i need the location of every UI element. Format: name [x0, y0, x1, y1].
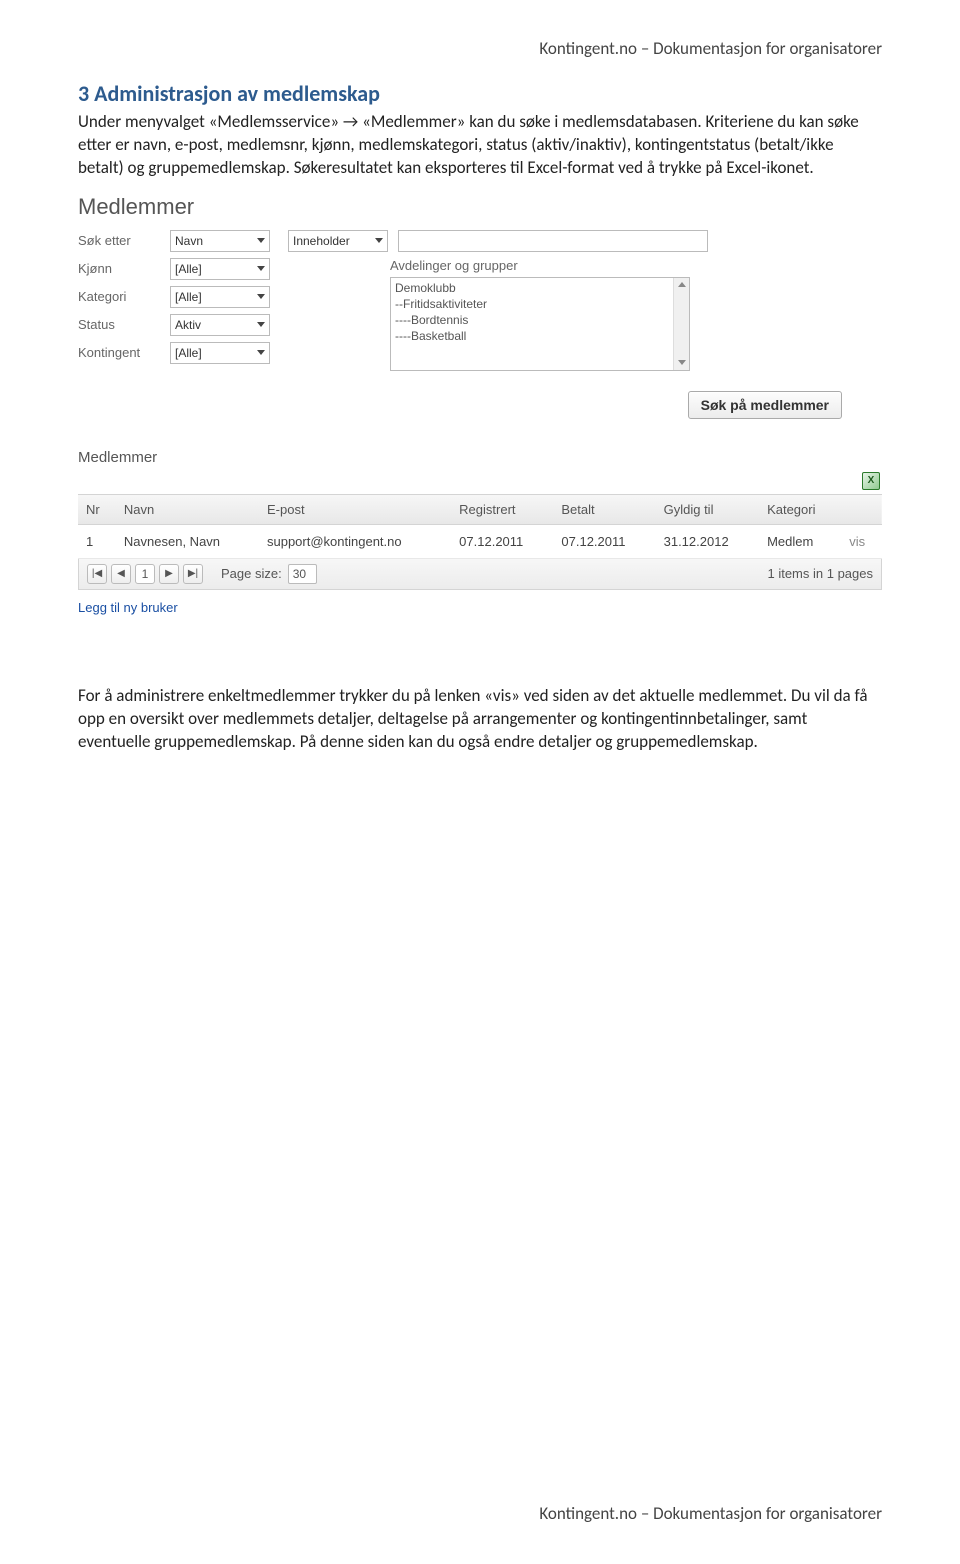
kategori-select[interactable]: [Alle] — [170, 286, 270, 308]
list-item[interactable]: ----Basketball — [395, 328, 685, 344]
cell-kategori: Medlem — [759, 524, 841, 558]
status-select[interactable]: Aktiv — [170, 314, 270, 336]
scroll-up-icon[interactable] — [674, 278, 689, 292]
pager-next-button[interactable]: ▶ — [159, 564, 179, 584]
pager-summary: 1 items in 1 pages — [767, 566, 873, 581]
pager-page-number[interactable]: 1 — [135, 564, 155, 584]
results-heading: Medlemmer — [78, 449, 882, 466]
pager: |◀ ◀ 1 ▶ ▶| Page size: 30 1 items in 1 p… — [78, 559, 882, 590]
col-epost: E-post — [259, 494, 451, 524]
groups-listbox[interactable]: Demoklubb --Fritidsaktiviteter ----Bordt… — [390, 277, 690, 371]
kjonn-value: [Alle] — [175, 262, 202, 276]
chevron-down-icon — [257, 294, 265, 299]
col-betalt: Betalt — [553, 494, 655, 524]
page-header-text: Kontingent.no – Dokumentasjon for organi… — [539, 38, 882, 59]
chevron-down-icon — [257, 350, 265, 355]
search-members-button[interactable]: Søk på medlemmer — [688, 391, 842, 419]
intro-paragraph: Under menyvalget «Medlemsservice» → «Med… — [78, 111, 882, 180]
outro-paragraph: For å administrere enkeltmedlemmer trykk… — [78, 685, 882, 754]
cell-nr: 1 — [78, 524, 116, 558]
cell-registrert: 07.12.2011 — [451, 524, 553, 558]
kategori-value: [Alle] — [175, 290, 202, 304]
status-value: Aktiv — [175, 318, 201, 332]
chevron-down-icon — [375, 238, 383, 243]
kontingent-value: [Alle] — [175, 346, 202, 360]
status-label: Status — [78, 317, 170, 332]
chevron-down-icon — [257, 266, 265, 271]
cell-betalt: 07.12.2011 — [553, 524, 655, 558]
col-nr: Nr — [78, 494, 116, 524]
pager-prev-button[interactable]: ◀ — [111, 564, 131, 584]
col-navn: Navn — [116, 494, 259, 524]
kontingent-label: Kontingent — [78, 345, 170, 360]
page-size-select[interactable]: 30 — [288, 564, 317, 584]
cell-gyldig: 31.12.2012 — [656, 524, 759, 558]
list-item[interactable]: --Fritidsaktiviteter — [395, 296, 685, 312]
cell-navn: Navnesen, Navn — [116, 524, 259, 558]
page-size-value: 30 — [293, 567, 306, 581]
view-link[interactable]: vis — [849, 534, 865, 549]
table-header-row: Nr Navn E-post Registrert Betalt Gyldig … — [78, 494, 882, 524]
search-text-input[interactable] — [398, 230, 708, 252]
chevron-down-icon — [257, 322, 265, 327]
excel-export-icon[interactable] — [862, 472, 880, 490]
add-user-link[interactable]: Legg til ny bruker — [78, 600, 178, 615]
members-table: Nr Navn E-post Registrert Betalt Gyldig … — [78, 494, 882, 559]
search-field-select[interactable]: Navn — [170, 230, 270, 252]
search-field-value: Navn — [175, 234, 203, 248]
chevron-down-icon — [257, 238, 265, 243]
groups-label: Avdelinger og grupper — [390, 258, 690, 273]
app-heading-members: Medlemmer — [78, 194, 882, 220]
col-action — [841, 494, 882, 524]
kontingent-select[interactable]: [Alle] — [170, 342, 270, 364]
table-row: 1 Navnesen, Navn support@kontingent.no 0… — [78, 524, 882, 558]
kjonn-label: Kjønn — [78, 261, 170, 276]
col-registrert: Registrert — [451, 494, 553, 524]
kategori-label: Kategori — [78, 289, 170, 304]
page-size-label: Page size: — [221, 566, 282, 581]
pager-last-button[interactable]: ▶| — [183, 564, 203, 584]
col-kategori: Kategori — [759, 494, 841, 524]
col-gyldig: Gyldig til — [656, 494, 759, 524]
section-heading: 3 Administrasjon av medlemskap — [78, 80, 882, 107]
pager-first-button[interactable]: |◀ — [87, 564, 107, 584]
scrollbar[interactable] — [673, 278, 689, 370]
app-screenshot-region: Medlemmer Søk etter Navn Inneholder — [78, 194, 882, 615]
search-label: Søk etter — [78, 233, 170, 248]
match-type-select[interactable]: Inneholder — [288, 230, 388, 252]
list-item[interactable]: Demoklubb — [395, 280, 685, 296]
match-type-value: Inneholder — [293, 234, 350, 248]
scroll-down-icon[interactable] — [674, 356, 689, 370]
kjonn-select[interactable]: [Alle] — [170, 258, 270, 280]
list-item[interactable]: ----Bordtennis — [395, 312, 685, 328]
page-footer-text: Kontingent.no – Dokumentasjon for organi… — [539, 1503, 882, 1524]
cell-epost: support@kontingent.no — [259, 524, 451, 558]
